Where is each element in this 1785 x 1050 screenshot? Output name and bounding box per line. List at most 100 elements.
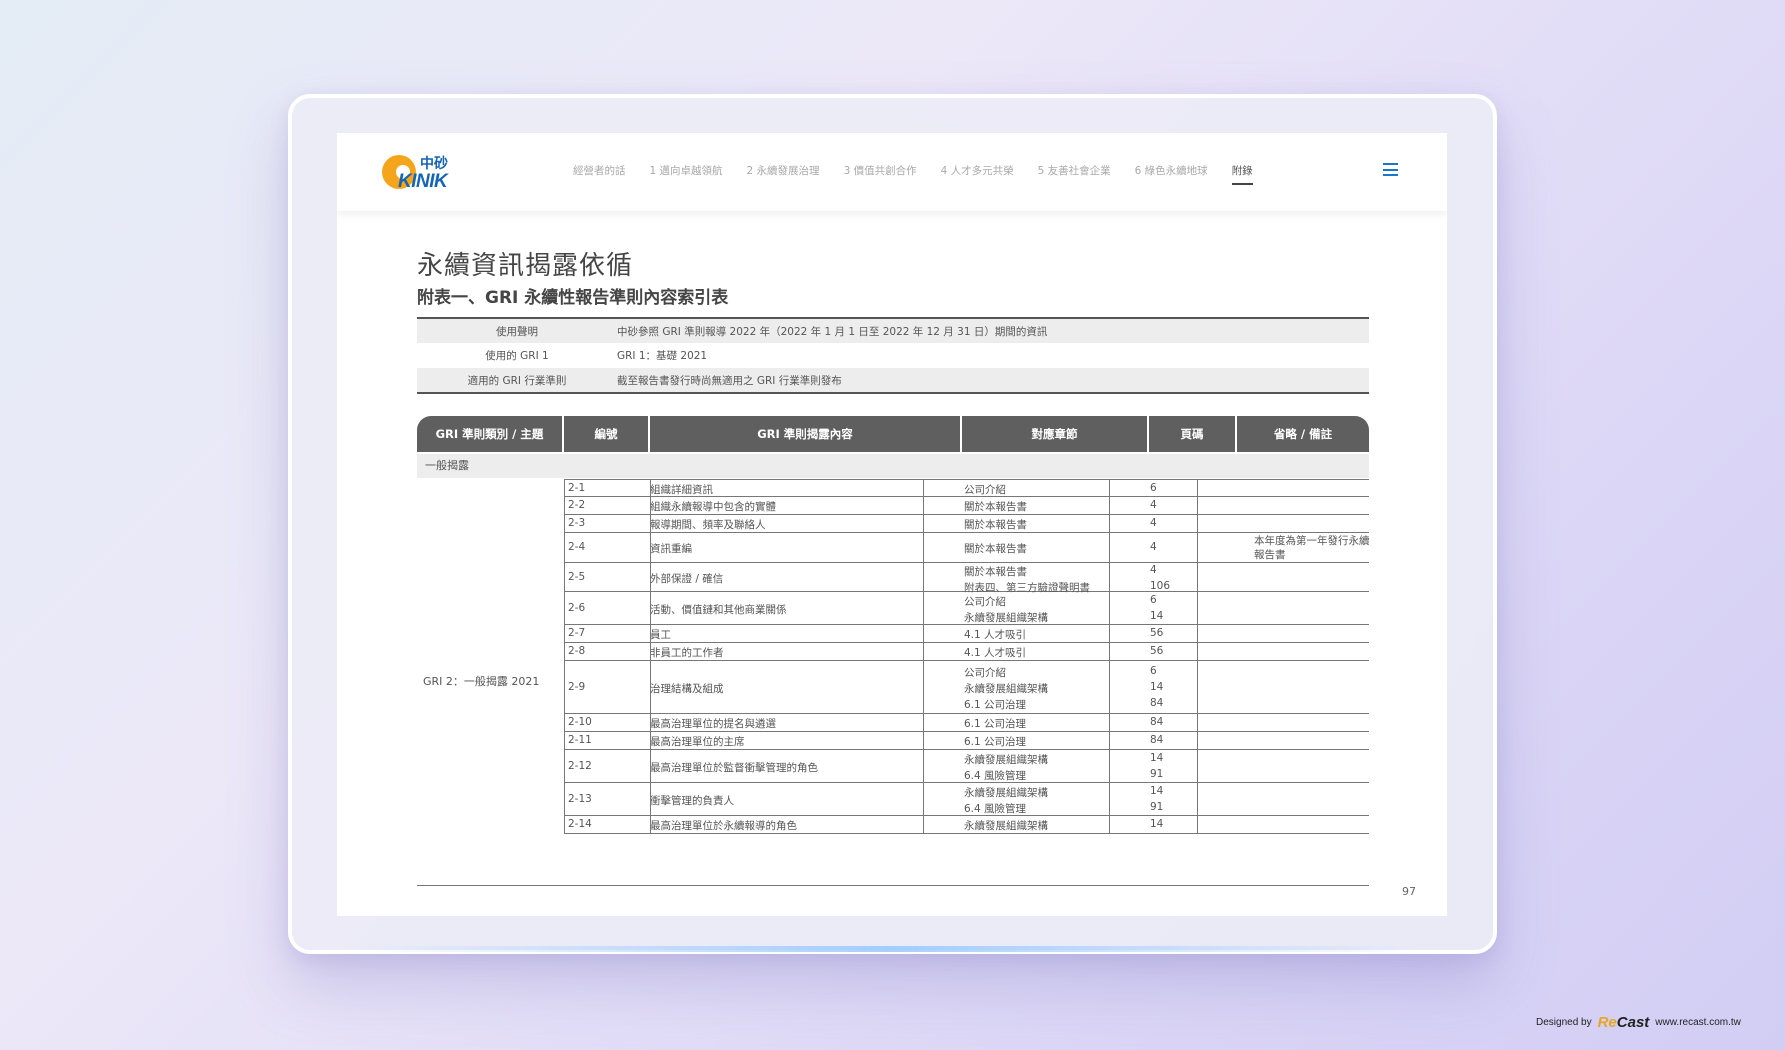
page-ref: 14 xyxy=(1150,784,1164,797)
table-row: 2-4 資訊重編 關於本報告書 4 本年度為第一年發行永續報告書 xyxy=(564,533,1370,563)
omission-note: 本年度為第一年發行永續報告書 xyxy=(1254,535,1370,561)
page-ref: 56 xyxy=(1150,627,1164,639)
disclosure-title: 組織永續報導中包含的實體 xyxy=(650,501,776,513)
disclosure-number: 2-3 xyxy=(568,517,586,529)
chapter-ref: 公司介紹 xyxy=(964,484,1006,496)
table-row: 2-12 最高治理單位於監督衝擊管理的角色 永續發展組織架構 6.4 風險管理 14 91 xyxy=(564,750,1369,783)
disclosure-number: 2-13 xyxy=(568,792,592,805)
page-ref: 6 xyxy=(1150,482,1157,494)
disclosure-title: 衝擊管理的負責人 xyxy=(650,794,734,807)
credit-label: Designed by xyxy=(1536,1017,1592,1028)
page-ref: 6 xyxy=(1150,593,1157,606)
nav-item-chapter-3[interactable]: 3 價值共創合作 xyxy=(844,163,917,185)
page-ref: 14 xyxy=(1150,818,1164,830)
chapter-ref: 4.1 人才吸引 xyxy=(964,647,1027,659)
section-row-general: 一般揭露 xyxy=(417,454,1369,478)
chapter-ref: 公司介紹 xyxy=(964,595,1006,608)
disclosure-title: 最高治理單位的主席 xyxy=(650,736,745,748)
table-row: 2-6 活動、價值鏈和其他商業關係 公司介紹永續發展組織架構 6 14 xyxy=(564,592,1369,625)
report-page: 中砂 KINIK 經營者的話 1 邁向卓越領航 2 永續發展治理 3 價值共創合… xyxy=(337,133,1447,916)
disclosure-title: 活動、價值鏈和其他商業關係 xyxy=(650,603,787,616)
device-underglow xyxy=(360,946,1420,952)
table-row: 2-14 最高治理單位於永續報導的角色 永續發展組織架構 14 xyxy=(564,816,1369,834)
column-divider xyxy=(1109,479,1110,834)
disclosure-number: 2-7 xyxy=(568,627,586,639)
page-ref: 14 xyxy=(1150,680,1164,693)
disclosure-number: 2-10 xyxy=(568,716,592,728)
disclosure-number: 2-5 xyxy=(568,570,586,583)
column-header-disclosure: GRI 準則揭露內容 xyxy=(650,416,962,452)
top-navigation-bar: 中砂 KINIK 經營者的話 1 邁向卓越領航 2 永續發展治理 3 價值共創合… xyxy=(337,133,1447,211)
disclosure-number: 2-8 xyxy=(568,645,586,657)
designer-credit: Designed by ReCast www.recast.com.tw xyxy=(1536,1014,1741,1031)
disclosure-number: 2-1 xyxy=(568,482,586,494)
nav-item-chapter-2[interactable]: 2 永續發展治理 xyxy=(747,163,820,185)
gri-table-header: GRI 準則類別 / 主題 編號 GRI 準則揭露內容 對應章節 頁碼 省略 /… xyxy=(417,416,1369,452)
table-bottom-rule xyxy=(417,885,1369,886)
disclosure-title: 非員工的工作者 xyxy=(650,647,724,659)
page-ref: 84 xyxy=(1150,716,1164,728)
recast-logo-cast: Cast xyxy=(1616,1014,1650,1031)
chapter-ref: 6.1 公司治理 xyxy=(964,736,1027,748)
nav-item-chapter-6[interactable]: 6 綠色永續地球 xyxy=(1135,163,1208,185)
chapter-ref: 關於本報告書 xyxy=(964,543,1027,555)
nav-item-chapter-5[interactable]: 5 友善社會企業 xyxy=(1038,163,1111,185)
table-row: 2-9 治理結構及組成 公司介紹 永續發展組織架構 6.1 公司治理 6 14 84 xyxy=(564,661,1369,714)
logo-english-text: KINIK xyxy=(398,171,448,192)
page-ref: 4 xyxy=(1150,564,1157,576)
column-divider xyxy=(564,479,565,834)
chapter-ref: 6.1 公司治理 xyxy=(964,718,1027,730)
disclosure-number: 2-14 xyxy=(568,818,592,830)
disclosure-number: 2-4 xyxy=(568,541,586,553)
kinik-logo[interactable]: 中砂 KINIK xyxy=(382,153,462,193)
nav-item-chapter-1[interactable]: 1 邁向卓越領航 xyxy=(650,163,723,185)
menu-bar xyxy=(1383,168,1398,171)
recast-logo-re: Re xyxy=(1597,1014,1617,1031)
table-row: 2-8 非員工的工作者 4.1 人才吸引 56 xyxy=(564,643,1369,661)
category-label: GRI 2：一般揭露 2021 xyxy=(423,675,540,688)
page-ref: 84 xyxy=(1150,734,1164,746)
table-row: 2-13 衝擊管理的負責人 永續發展組織架構 6.4 風險管理 14 91 xyxy=(564,783,1369,816)
statement-row: 使用聲明 中砂參照 GRI 準則報導 2022 年（2022 年 1 月 1 日… xyxy=(417,318,1369,343)
disclosure-number: 2-6 xyxy=(568,601,586,614)
column-header-page: 頁碼 xyxy=(1149,416,1237,452)
table-row: 2-2 組織永續報導中包含的實體 關於本報告書 4 xyxy=(564,497,1369,515)
chapter-ref: 永續發展組織架構 xyxy=(964,682,1048,695)
column-header-note: 省略 / 備註 xyxy=(1273,427,1333,441)
column-divider xyxy=(1197,479,1198,834)
table-row: 2-1 組織詳細資訊 公司介紹 6 xyxy=(564,479,1369,497)
disclosure-title: 最高治理單位的提名與遴選 xyxy=(650,718,776,730)
statement-table: 使用聲明 中砂參照 GRI 準則報導 2022 年（2022 年 1 月 1 日… xyxy=(417,317,1369,394)
column-header-number: 編號 xyxy=(564,416,650,452)
chapter-ref: 4.1 人才吸引 xyxy=(964,629,1027,641)
nav-item-appendix[interactable]: 附錄 xyxy=(1231,163,1253,185)
page-ref: 4 xyxy=(1150,517,1157,529)
table-row: 2-5 外部保證 / 確信 關於本報告書 附表四、第三方驗證聲明書 4 106 xyxy=(564,563,1369,594)
disclosure-number: 2-2 xyxy=(568,499,586,511)
disclosure-title: 治理結構及組成 xyxy=(650,682,724,695)
page-ref: 4 xyxy=(1150,541,1157,553)
menu-bar xyxy=(1383,174,1398,176)
credit-url[interactable]: www.recast.com.tw xyxy=(1655,1017,1741,1028)
chapter-nav: 經營者的話 1 邁向卓越領航 2 永續發展治理 3 價值共創合作 4 人才多元共… xyxy=(573,163,1277,185)
disclosure-title: 外部保證 / 確信 xyxy=(650,572,724,585)
nav-item-ceo-message[interactable]: 經營者的話 xyxy=(573,163,626,185)
nav-item-chapter-4[interactable]: 4 人才多元共榮 xyxy=(941,163,1014,185)
disclosure-title: 資訊重編 xyxy=(650,543,692,555)
table-row: 2-10 最高治理單位的提名與遴選 6.1 公司治理 84 xyxy=(564,714,1369,732)
disclosure-number: 2-12 xyxy=(568,759,592,772)
page-ref: 14 xyxy=(1150,751,1164,764)
statement-key: 使用的 GRI 1 xyxy=(485,350,549,362)
hamburger-menu-icon[interactable] xyxy=(1383,163,1398,176)
statement-row: 適用的 GRI 行業準則 截至報告書發行時尚無適用之 GRI 行業準則發布 xyxy=(417,368,1369,393)
logo-chinese-text: 中砂 xyxy=(420,156,448,172)
page-ref: 14 xyxy=(1150,609,1164,622)
chapter-ref: 關於本報告書 xyxy=(964,501,1027,513)
recast-logo[interactable]: ReCast xyxy=(1598,1014,1650,1031)
page-ref: 4 xyxy=(1150,499,1157,511)
page-number: 97 xyxy=(1402,885,1416,898)
disclosure-title: 報導期間、頻率及聯絡人 xyxy=(650,519,766,531)
statement-key: 適用的 GRI 行業準則 xyxy=(417,368,617,393)
chapter-ref: 永續發展組織架構 xyxy=(964,611,1048,624)
column-header-category: GRI 準則類別 / 主題 xyxy=(417,416,564,452)
